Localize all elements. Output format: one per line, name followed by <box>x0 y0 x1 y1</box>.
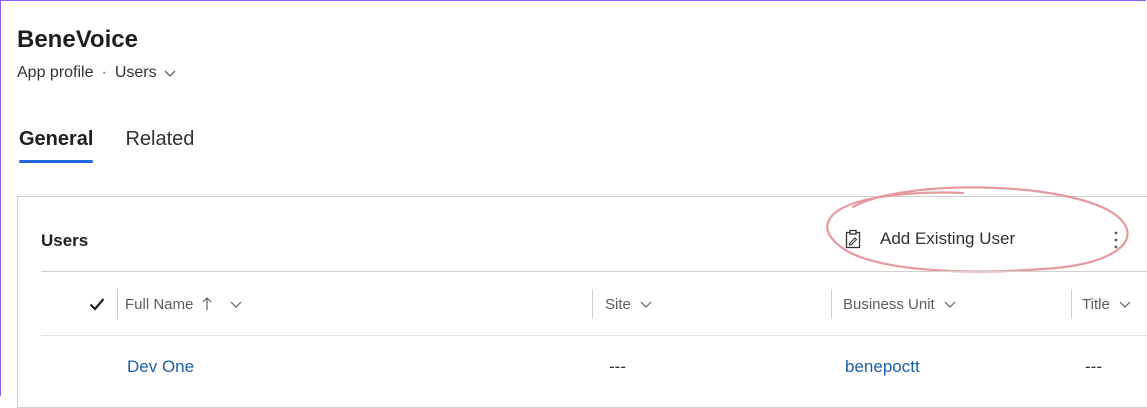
column-header-full-name[interactable]: Full Name <box>125 285 243 323</box>
cell-site: --- <box>609 357 626 376</box>
clipboard-icon <box>845 229 861 249</box>
header-divider <box>41 335 1147 336</box>
column-header-title[interactable]: Title <box>1082 285 1132 323</box>
more-vertical-icon <box>1114 231 1118 249</box>
sort-ascending-icon <box>202 297 212 310</box>
page-title: BeneVoice <box>17 26 138 53</box>
tab-general[interactable]: General <box>19 128 94 163</box>
column-label-title: Title <box>1082 295 1110 313</box>
breadcrumb-entity: App profile <box>17 64 94 81</box>
column-separator <box>831 289 832 319</box>
column-label-site: Site <box>605 295 631 313</box>
tab-related[interactable]: Related <box>125 128 194 161</box>
column-header-business-unit[interactable]: Business Unit <box>843 285 957 323</box>
column-separator <box>117 289 118 319</box>
subgrid-divider <box>41 271 1147 272</box>
column-label-full-name: Full Name <box>125 295 194 313</box>
form-tabs: General Related <box>19 128 194 163</box>
more-commands-button[interactable] <box>1108 223 1124 257</box>
table-row[interactable]: Dev One --- benepoctt --- <box>41 347 1147 387</box>
add-existing-user-label: Add Existing User <box>880 229 1016 248</box>
chevron-down-icon <box>944 301 956 308</box>
grid-header-row: Full Name Site Business Unit Title <box>41 285 1147 323</box>
cell-full-name[interactable]: Dev One <box>127 347 194 387</box>
chevron-down-icon <box>230 301 242 308</box>
add-existing-user-button[interactable]: Add Existing User <box>838 221 1021 257</box>
form-selector[interactable]: Users <box>115 64 177 82</box>
column-label-business-unit: Business Unit <box>843 295 935 313</box>
form-selector-label: Users <box>114 64 157 81</box>
column-separator <box>592 289 593 319</box>
cell-business-unit[interactable]: benepoctt <box>845 347 920 387</box>
users-subgrid: Users Add Existing User Full Name Site B… <box>17 186 1147 408</box>
chevron-down-icon <box>1119 301 1131 308</box>
column-header-site[interactable]: Site <box>605 285 653 323</box>
chevron-down-icon <box>640 301 652 308</box>
breadcrumb-separator: · <box>101 64 107 81</box>
select-all-checkbox[interactable] <box>89 285 105 323</box>
column-separator <box>1071 289 1072 319</box>
cell-title: --- <box>1085 357 1102 376</box>
chevron-down-icon <box>164 70 176 77</box>
breadcrumb: App profile · Users <box>17 64 177 82</box>
subgrid-title: Users <box>41 231 89 250</box>
checkmark-icon <box>89 298 105 311</box>
